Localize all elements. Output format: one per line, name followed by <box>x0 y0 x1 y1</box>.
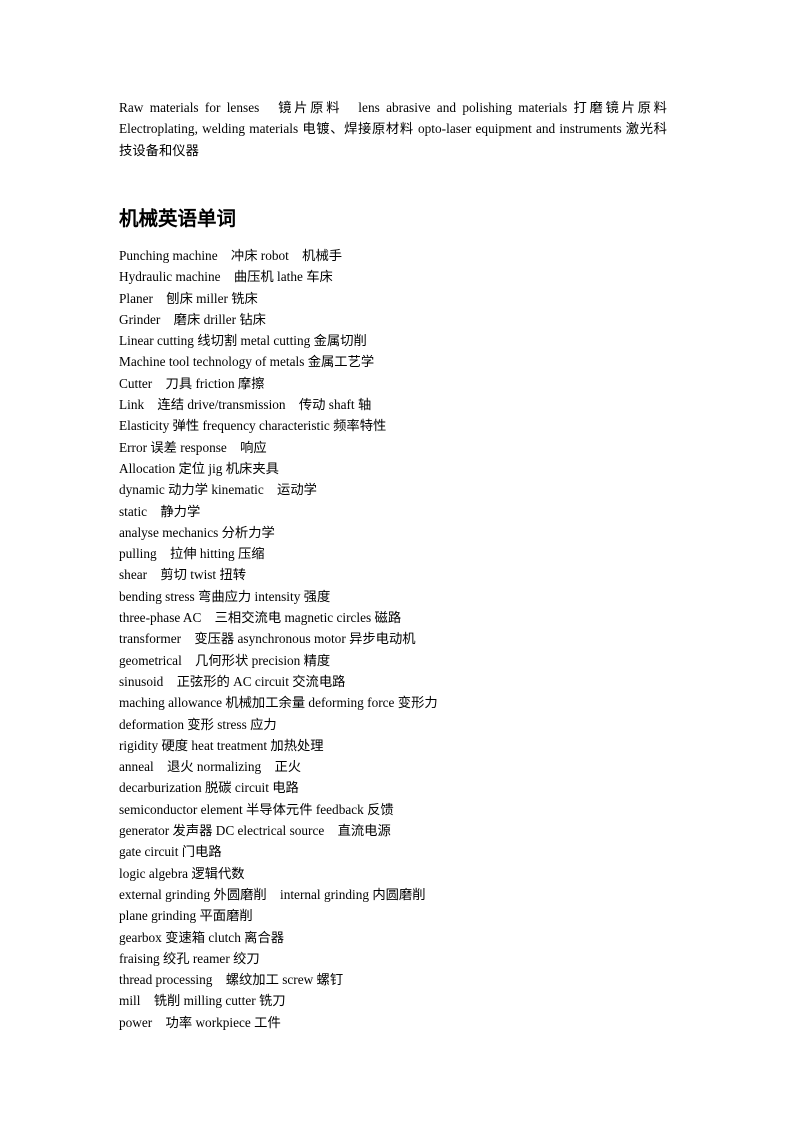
vocab-line: three-phase AC 三相交流电 magnetic circles 磁路 <box>119 610 402 626</box>
vocab-line: shear 剪切 twist 扭转 <box>119 567 247 583</box>
vocab-line: Linear cutting 线切割 metal cutting 金属切削 <box>119 333 367 349</box>
vocab-line: logic algebra 逻辑代数 <box>119 865 245 881</box>
vocab-line: Planer 刨床 miller 铣床 <box>119 290 258 306</box>
section-heading: 机械英语单词 <box>119 209 237 230</box>
vocab-line: thread processing 螺纹加工 screw 螺钉 <box>119 972 344 988</box>
vocab-line: fraising 绞孔 reamer 绞刀 <box>119 950 260 966</box>
vocabulary-list: Punching machine 冲床 robot 机械手 Hydraulic … <box>119 245 739 1033</box>
vocab-line: Machine tool technology of metals 金属工艺学 <box>119 354 375 370</box>
vocab-line: plane grinding 平面磨削 <box>119 908 253 924</box>
vocab-line: deformation 变形 stress 应力 <box>119 716 277 732</box>
vocab-line: bending stress 弯曲应力 intensity 强度 <box>119 588 331 604</box>
vocab-line: gearbox 变速箱 clutch 离合器 <box>119 929 285 945</box>
vocab-line: anneal 退火 normalizing 正火 <box>119 759 302 775</box>
vocab-line: transformer 变压器 asynchronous motor 异步电动机 <box>119 631 416 647</box>
document-page: Raw materials for lenses 镜片原料 lens abras… <box>0 0 794 1123</box>
vocab-line: Grinder 磨床 driller 钻床 <box>119 311 266 327</box>
vocab-line: Cutter 刀具 friction 摩擦 <box>119 375 265 391</box>
intro-paragraph: Raw materials for lenses 镜片原料 lens abras… <box>119 100 667 158</box>
vocab-line: analyse mechanics 分析力学 <box>119 524 275 540</box>
vocab-line: geometrical 几何形状 precision 精度 <box>119 652 331 668</box>
vocab-line: dynamic 动力学 kinematic 运动学 <box>119 482 317 498</box>
vocab-line: pulling 拉伸 hitting 压缩 <box>119 546 265 562</box>
vocab-line: Elasticity 弹性 frequency characteristic 频… <box>119 418 387 434</box>
vocab-line: Error 误差 response 响应 <box>119 439 267 455</box>
vocab-line: decarburization 脱碳 circuit 电路 <box>119 780 299 796</box>
vocab-line: rigidity 硬度 heat treatment 加热处理 <box>119 737 324 753</box>
vocab-line: maching allowance 机械加工余量 deforming force… <box>119 695 438 711</box>
vocab-line: Allocation 定位 jig 机床夹具 <box>119 460 279 476</box>
vocab-line: gate circuit 门电路 <box>119 844 222 860</box>
vocab-line: power 功率 workpiece 工件 <box>119 1014 281 1030</box>
vocab-line: static 静力学 <box>119 503 201 519</box>
vocab-line: Punching machine 冲床 robot 机械手 <box>119 248 343 263</box>
vocab-line: generator 发声器 DC electrical source 直流电源 <box>119 823 391 839</box>
vocab-line: external grinding 外圆磨削 internal grinding… <box>119 886 426 902</box>
vocab-line: Link 连结 drive/transmission 传动 shaft 轴 <box>119 397 372 413</box>
vocab-line: semiconductor element 半导体元件 feedback 反馈 <box>119 801 394 817</box>
vocab-line: Hydraulic machine 曲压机 lathe 车床 <box>119 269 333 285</box>
vocab-line: mill 铣削 milling cutter 铣刀 <box>119 993 286 1009</box>
vocab-line: sinusoid 正弦形的 AC circuit 交流电路 <box>119 673 346 689</box>
document-content: Raw materials for lenses 镜片原料 lens abras… <box>119 97 667 1030</box>
